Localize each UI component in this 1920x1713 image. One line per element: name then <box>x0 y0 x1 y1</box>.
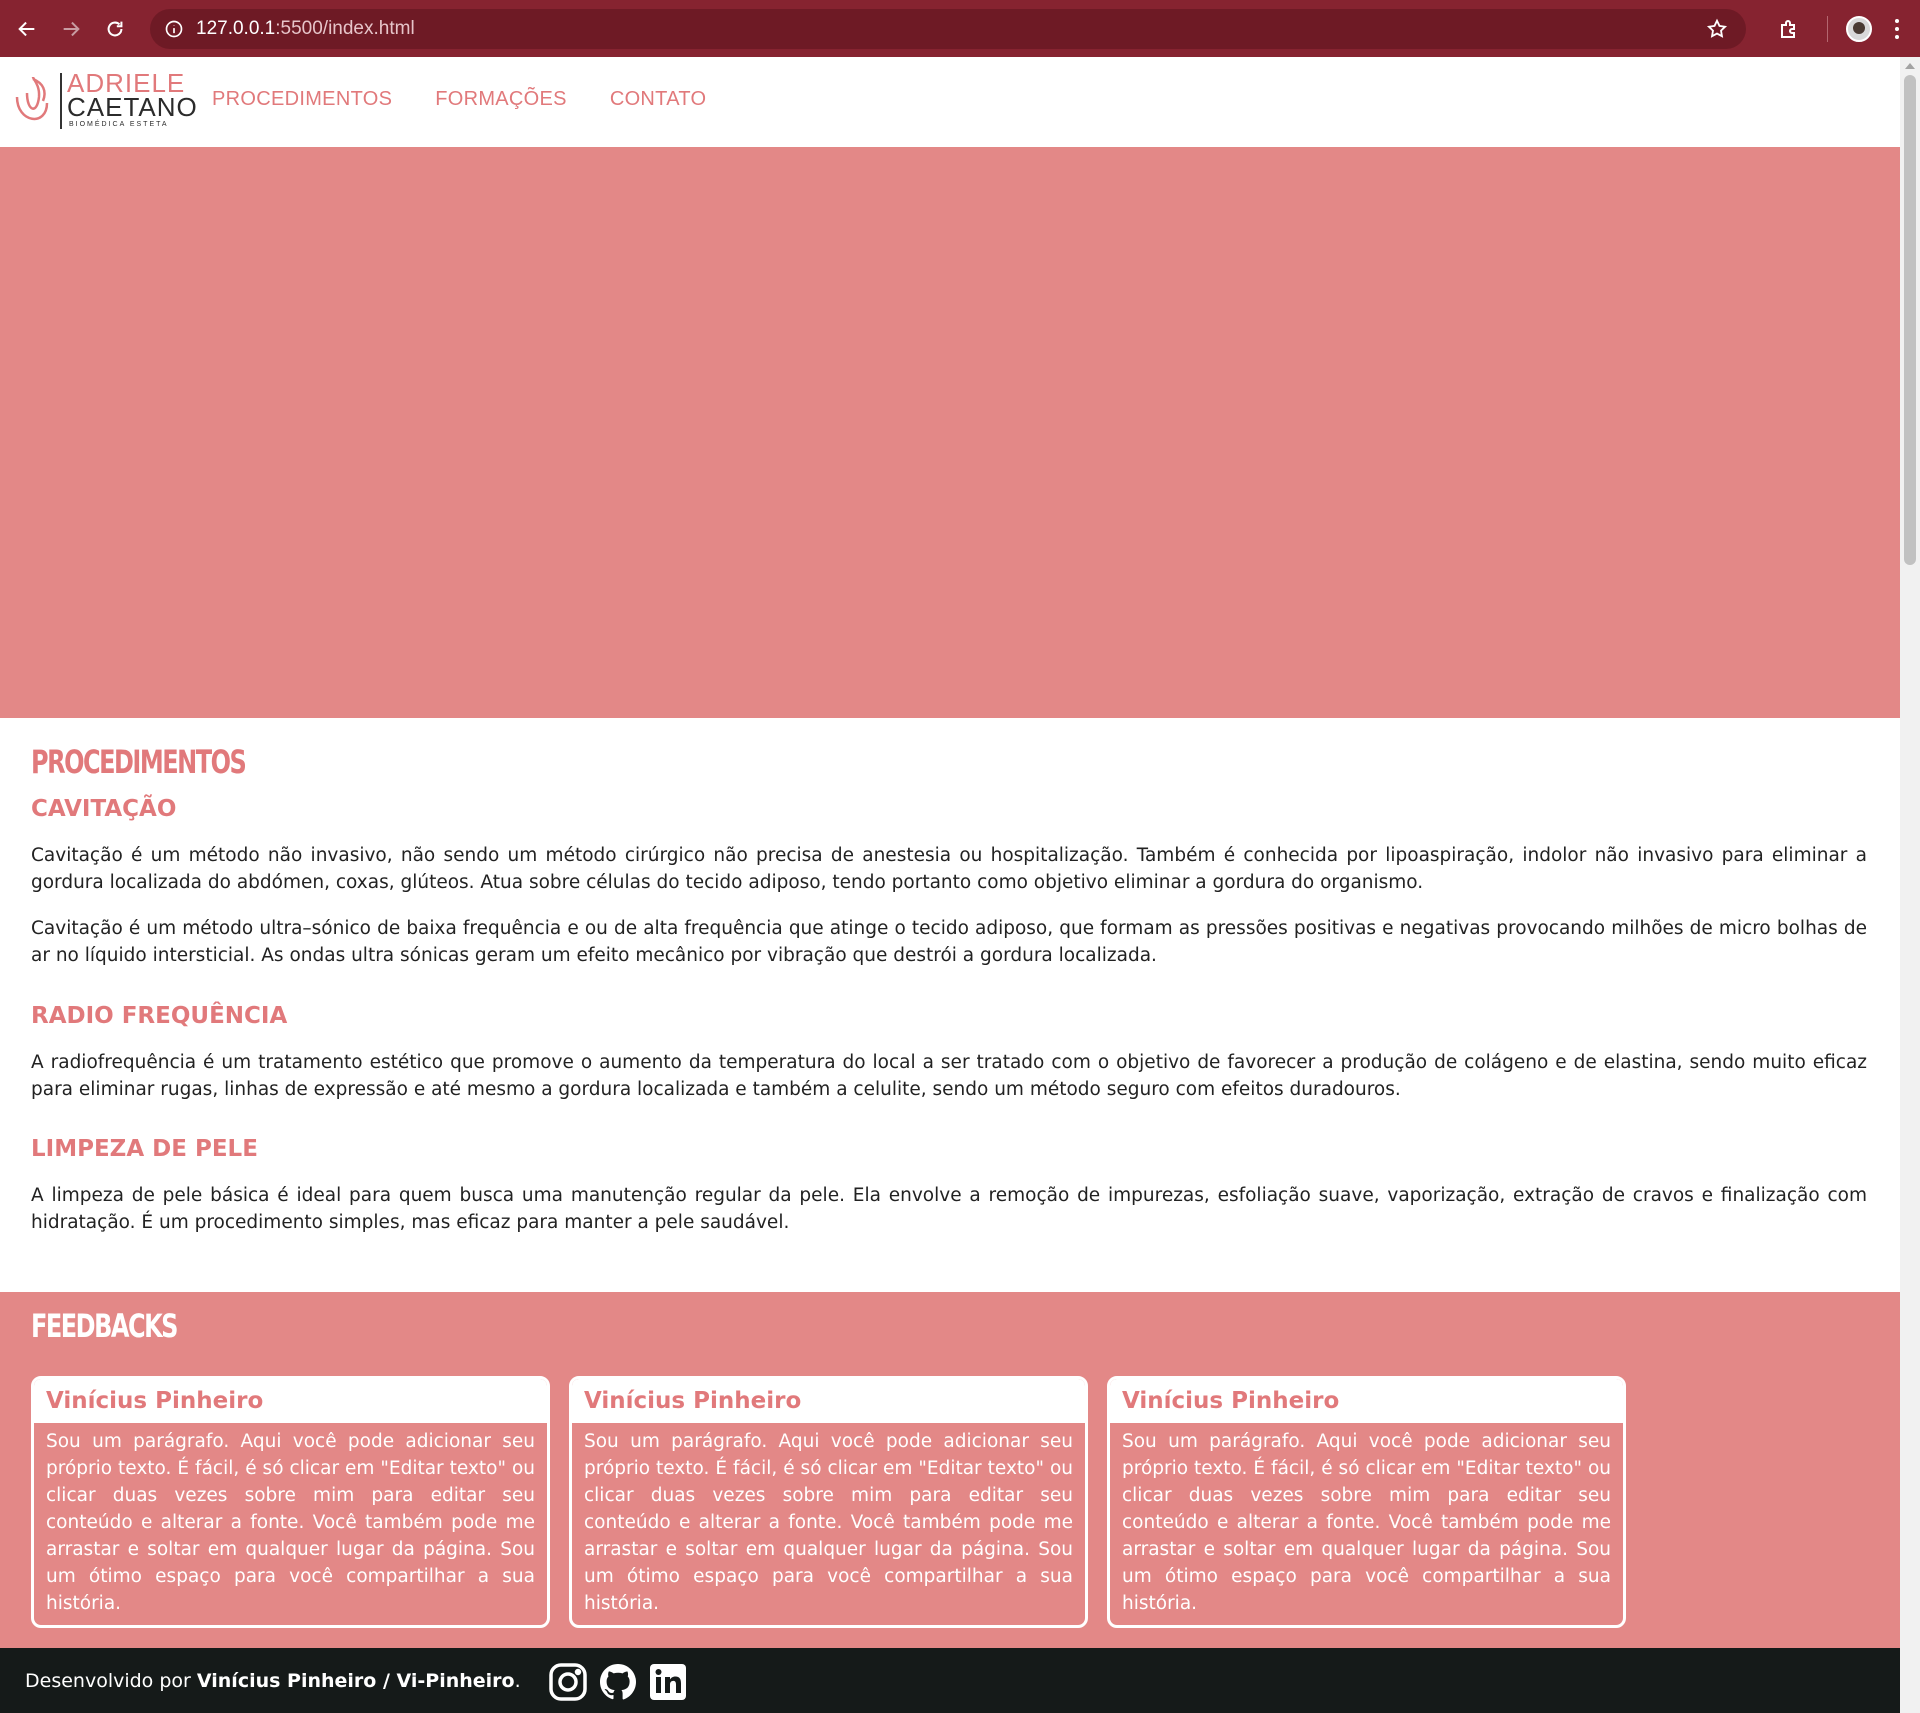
feedback-card-header: Vinícius Pinheiro <box>1110 1379 1623 1423</box>
logo-divider <box>60 73 62 129</box>
url-path: :5500/index.html <box>275 18 415 39</box>
feedback-author: Vinícius Pinheiro <box>1122 1388 1340 1414</box>
puzzle-icon <box>1781 19 1795 38</box>
reload-button[interactable] <box>93 7 137 51</box>
site-logo[interactable]: ADRIELE CAETANO BIOMÉDICA ESTETA <box>13 69 197 131</box>
footer-author: Vinícius Pinheiro / Vi-Pinheiro <box>196 1669 515 1692</box>
github-icon[interactable] <box>598 1662 638 1702</box>
feedback-card-header: Vinícius Pinheiro <box>572 1379 1085 1423</box>
extensions-button[interactable] <box>1767 7 1811 51</box>
footer-suffix: . <box>514 1669 521 1692</box>
main-nav: PROCEDIMENTOS FORMAÇÕES CONTATO <box>212 88 749 111</box>
footer-credits: Desenvolvido por Vinícius Pinheiro / Vi-… <box>25 1670 521 1692</box>
arrow-left-icon <box>18 21 35 36</box>
site-footer: Desenvolvido por Vinícius Pinheiro / Vi-… <box>0 1648 1900 1713</box>
nav-link-procedimentos[interactable]: PROCEDIMENTOS <box>212 88 392 111</box>
feedbacks-title: FEEDBACKS <box>31 1307 178 1345</box>
page-viewport: ADRIELE CAETANO BIOMÉDICA ESTETA PROCEDI… <box>0 57 1900 1713</box>
procedure-paragraph: Cavitação é um método não invasivo, não … <box>31 845 1867 893</box>
url-host: 127.0.0.1 <box>196 18 276 39</box>
back-button[interactable] <box>5 7 49 51</box>
address-bar[interactable]: 127.0.0.1:5500/index.html <box>150 9 1746 49</box>
feedback-cards: Vinícius Pinheiro Sou um parágrafo. Aqui… <box>31 1376 1645 1628</box>
procedure-title: CAVITAÇÃO <box>31 796 177 822</box>
procedure-cavitacao: CAVITAÇÃO Cavitação é um método não inva… <box>31 794 1867 969</box>
hero-banner <box>0 147 1900 718</box>
bookmark-star-icon[interactable] <box>1706 18 1728 40</box>
scroll-up-arrow-icon[interactable] <box>1905 63 1915 69</box>
logo-mark-icon <box>15 76 49 121</box>
site-header: ADRIELE CAETANO BIOMÉDICA ESTETA PROCEDI… <box>0 57 1900 147</box>
linkedin-icon[interactable] <box>648 1662 688 1702</box>
browser-toolbar: 127.0.0.1:5500/index.html <box>0 0 1920 57</box>
footer-prefix: Desenvolvido por <box>25 1669 197 1692</box>
nav-link-contato[interactable]: CONTATO <box>610 88 707 111</box>
procedure-title: RADIO FREQUÊNCIA <box>31 1003 288 1029</box>
social-links <box>548 1662 698 1702</box>
nav-link-formacoes[interactable]: FORMAÇÕES <box>435 88 567 111</box>
scrollbar-thumb[interactable] <box>1904 75 1916 565</box>
url-text[interactable]: 127.0.0.1:5500/index.html <box>196 18 415 40</box>
instagram-icon[interactable] <box>548 1662 588 1702</box>
procedures-title: PROCEDIMENTOS <box>31 743 247 781</box>
forward-button[interactable] <box>49 7 93 51</box>
feedback-card-header: Vinícius Pinheiro <box>34 1379 547 1423</box>
feedbacks-section: FEEDBACKS Vinícius Pinheiro Sou um parág… <box>0 1292 1900 1648</box>
feedback-text: Sou um parágrafo. Aqui você pode adicion… <box>584 1431 1073 1614</box>
browser-menu-icon[interactable] <box>1894 17 1900 41</box>
procedure-limpeza-de-pele: LIMPEZA DE PELE A limpeza de pele básica… <box>31 1134 1867 1236</box>
profile-avatar[interactable] <box>1846 15 1872 42</box>
procedures-section: PROCEDIMENTOS CAVITAÇÃO Cavitação é um m… <box>0 718 1900 1292</box>
logo-tagline: BIOMÉDICA ESTETA <box>69 121 169 128</box>
procedure-paragraph: Cavitação é um método ultra–sónico de ba… <box>31 918 1867 966</box>
toolbar-separator <box>1827 15 1828 42</box>
reload-icon <box>107 21 123 36</box>
page-scrollbar[interactable] <box>1900 57 1920 1713</box>
feedback-author: Vinícius Pinheiro <box>584 1388 802 1414</box>
procedure-paragraph: A limpeza de pele básica é ideal para qu… <box>31 1185 1867 1233</box>
feedback-text: Sou um parágrafo. Aqui você pode adicion… <box>46 1431 535 1614</box>
feedback-text: Sou um parágrafo. Aqui você pode adicion… <box>1122 1431 1611 1614</box>
arrow-right-icon <box>63 21 80 36</box>
info-icon[interactable] <box>164 19 184 39</box>
logo-last-name: CAETANO <box>67 92 198 122</box>
feedback-card: Vinícius Pinheiro Sou um parágrafo. Aqui… <box>31 1376 550 1628</box>
feedback-card: Vinícius Pinheiro Sou um parágrafo. Aqui… <box>569 1376 1088 1628</box>
procedure-radio-frequencia: RADIO FREQUÊNCIA A radiofrequência é um … <box>31 1001 1867 1103</box>
feedback-author: Vinícius Pinheiro <box>46 1388 264 1414</box>
procedure-title: LIMPEZA DE PELE <box>31 1136 258 1162</box>
procedure-paragraph: A radiofrequência é um tratamento estéti… <box>31 1052 1867 1100</box>
feedback-card: Vinícius Pinheiro Sou um parágrafo. Aqui… <box>1107 1376 1626 1628</box>
